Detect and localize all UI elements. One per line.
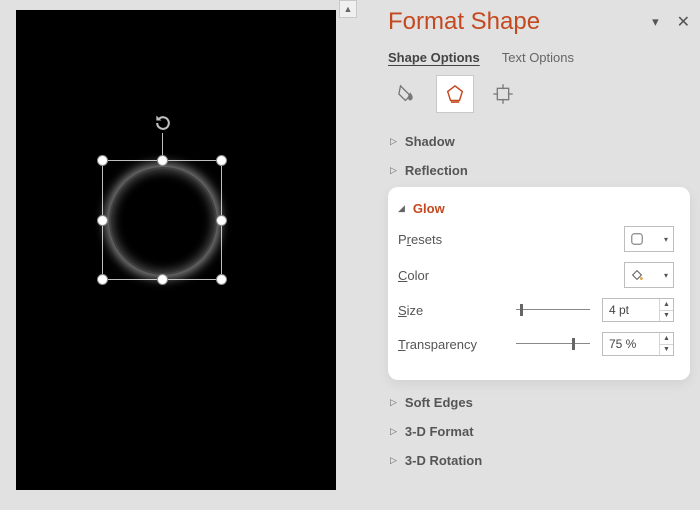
panel-menu-caret-icon[interactable]: ▾ — [652, 14, 659, 30]
resize-handle-bm[interactable] — [157, 274, 168, 285]
chevron-right-icon: ▷ — [390, 455, 397, 466]
glow-transparency-value[interactable]: 75 % — [603, 333, 659, 355]
scroll-up-button[interactable]: ▲ — [339, 0, 357, 18]
category-icons — [388, 75, 690, 113]
section-label: 3-D Rotation — [405, 453, 482, 468]
fill-line-icon[interactable] — [388, 75, 426, 113]
section-label: Shadow — [405, 134, 455, 149]
selected-shape-bounds[interactable] — [102, 160, 222, 280]
size-properties-icon[interactable] — [484, 75, 522, 113]
paint-bucket-icon — [630, 268, 644, 282]
glow-size-spinbox[interactable]: 4 pt ▲ ▼ — [602, 298, 674, 322]
section-reflection[interactable]: ▷ Reflection — [388, 156, 690, 185]
section-3d-rotation[interactable]: ▷ 3-D Rotation — [388, 446, 690, 475]
rotation-handle[interactable] — [153, 113, 173, 133]
glow-presets-dropdown[interactable]: ▾ — [624, 226, 674, 252]
glow-presets-label: Presets — [398, 232, 508, 247]
rotation-connector — [162, 133, 163, 155]
options-tabs: Shape Options Text Options — [388, 50, 690, 65]
slide-canvas[interactable] — [16, 10, 336, 490]
section-label: Reflection — [405, 163, 468, 178]
chevron-right-icon: ▷ — [390, 165, 397, 176]
resize-handle-mr[interactable] — [216, 215, 227, 226]
glow-circle-shape[interactable] — [109, 167, 217, 275]
spin-up-icon[interactable]: ▲ — [660, 333, 673, 345]
resize-handle-tm[interactable] — [157, 155, 168, 166]
glow-size-value[interactable]: 4 pt — [603, 299, 659, 321]
section-label: Glow — [413, 201, 445, 216]
section-label: Soft Edges — [405, 395, 473, 410]
section-glow-expanded: ◢ Glow Presets ▾ Color ▾ Si — [388, 187, 690, 380]
chevron-right-icon: ▷ — [390, 136, 397, 147]
chevron-down-icon: ◢ — [398, 203, 405, 214]
glow-size-slider[interactable] — [516, 300, 590, 320]
close-icon[interactable]: ✕ — [677, 12, 690, 32]
effects-icon[interactable] — [436, 75, 474, 113]
resize-handle-br[interactable] — [216, 274, 227, 285]
tab-shape-options[interactable]: Shape Options — [388, 50, 480, 65]
preset-none-icon — [630, 232, 644, 246]
section-soft-edges[interactable]: ▷ Soft Edges — [388, 388, 690, 417]
glow-color-dropdown[interactable]: ▾ — [624, 262, 674, 288]
glow-transparency-label: Transparency — [398, 337, 508, 352]
tab-text-options[interactable]: Text Options — [502, 50, 574, 65]
section-3d-format[interactable]: ▷ 3-D Format — [388, 417, 690, 446]
chevron-right-icon: ▷ — [390, 426, 397, 437]
glow-size-label: Size — [398, 303, 508, 318]
section-glow-header[interactable]: ◢ Glow — [398, 201, 674, 216]
glow-color-label: Color — [398, 268, 508, 283]
panel-title: Format Shape — [388, 8, 540, 36]
resize-handle-tr[interactable] — [216, 155, 227, 166]
resize-handle-ml[interactable] — [97, 215, 108, 226]
resize-handle-bl[interactable] — [97, 274, 108, 285]
chevron-down-icon: ▾ — [664, 235, 668, 244]
section-label: 3-D Format — [405, 424, 474, 439]
chevron-down-icon: ▾ — [664, 271, 668, 280]
glow-transparency-slider[interactable] — [516, 334, 590, 354]
glow-transparency-spinbox[interactable]: 75 % ▲ ▼ — [602, 332, 674, 356]
chevron-right-icon: ▷ — [390, 397, 397, 408]
section-shadow[interactable]: ▷ Shadow — [388, 127, 690, 156]
resize-handle-tl[interactable] — [97, 155, 108, 166]
format-shape-panel: Format Shape ▾ ✕ Shape Options Text Opti… — [370, 0, 700, 510]
spin-up-icon[interactable]: ▲ — [660, 299, 673, 311]
spin-down-icon[interactable]: ▼ — [660, 311, 673, 322]
